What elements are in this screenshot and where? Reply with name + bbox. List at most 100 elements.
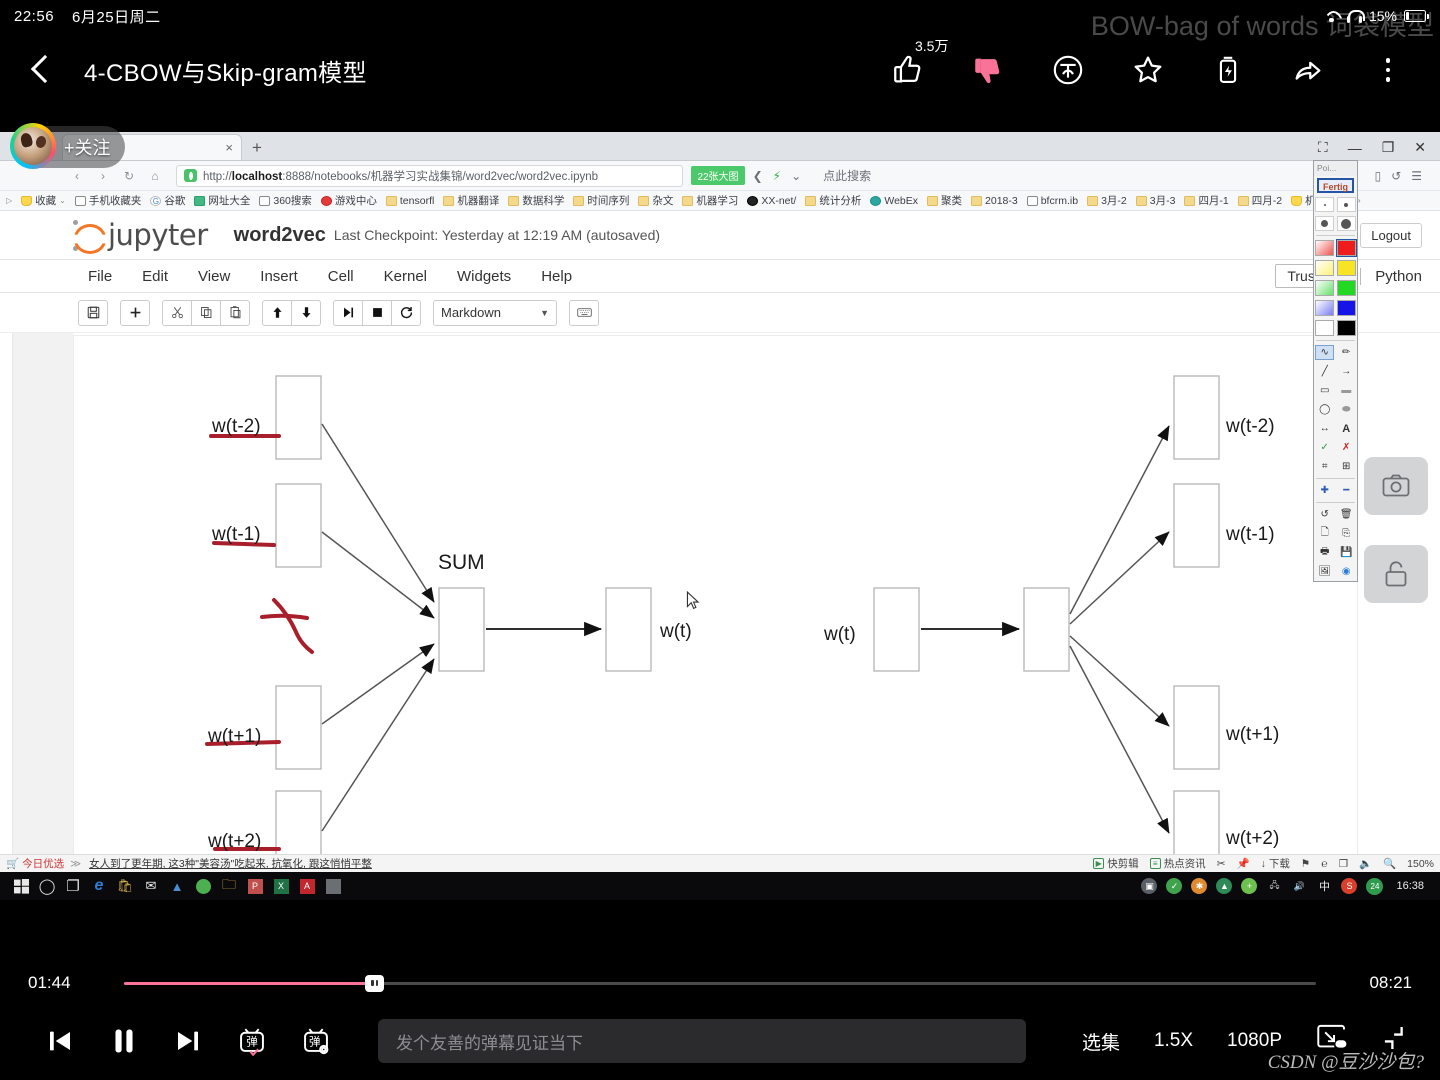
bookmark-item[interactable]: 聚类 [927, 193, 962, 208]
bookmark-item[interactable]: 时间序列 [573, 193, 629, 208]
move-cell-down-button[interactable] [291, 299, 321, 326]
next-episode-button[interactable] [156, 1014, 220, 1068]
progress-bar[interactable] [124, 974, 1316, 992]
nav-reload-icon[interactable]: ↻ [116, 165, 142, 187]
screenshot-widget[interactable] [1364, 457, 1428, 515]
color-swatch-green[interactable] [1336, 280, 1356, 296]
search-icon[interactable]: 🔍 [1383, 857, 1396, 870]
hot-news-button[interactable]: ≡ 热点资讯 [1149, 856, 1206, 871]
color-swatch-blue-light[interactable] [1315, 300, 1335, 316]
uploader-follow-pill[interactable]: +关注 [10, 123, 125, 169]
color-swatch-yellow-light[interactable] [1315, 260, 1335, 276]
run-cell-button[interactable] [333, 299, 363, 326]
mute-icon[interactable]: 🔈 [1359, 857, 1372, 870]
guard-icon[interactable]: 24 [1366, 877, 1384, 895]
news-tag[interactable]: 🛒 今日优选 [6, 856, 64, 871]
bookmark-item[interactable]: 手机收藏夹 [74, 193, 141, 208]
cut-button[interactable] [162, 299, 192, 326]
menu-file[interactable]: File [88, 268, 112, 285]
menu-widgets[interactable]: Widgets [457, 268, 511, 285]
info-icon[interactable]: ◉ [1337, 564, 1356, 579]
restart-kernel-button[interactable] [391, 299, 421, 326]
ellipse-outline-icon[interactable]: ◯ [1315, 402, 1334, 417]
dislike-button[interactable] [968, 50, 1008, 90]
brush-size-xs[interactable] [1315, 197, 1335, 212]
sogou-icon[interactable]: S [1341, 878, 1358, 894]
quick-edit-button[interactable]: ▶ 快剪辑 [1093, 856, 1139, 871]
rect-outline-icon[interactable]: ▭ [1315, 383, 1334, 398]
bookmark-item[interactable]: 360搜索 [259, 193, 312, 208]
share-page-icon[interactable]: ❮ [753, 169, 763, 183]
excel-icon[interactable]: X [268, 874, 294, 898]
menu-kernel[interactable]: Kernel [384, 268, 427, 285]
save-button[interactable] [78, 299, 108, 326]
bookmark-item[interactable]: 数据科学 [508, 193, 564, 208]
lock-widget[interactable] [1364, 545, 1428, 603]
rect-fill-icon[interactable]: ▬ [1337, 383, 1356, 398]
foxmail-icon[interactable]: ▲ [164, 874, 190, 898]
menu-cell[interactable]: Cell [328, 268, 354, 285]
brush-size-m[interactable] [1315, 216, 1335, 231]
trace-icon[interactable]: ℮ [1321, 858, 1327, 870]
money-app-icon[interactable] [190, 874, 216, 898]
bookmark-item[interactable]: 杂文 [638, 193, 673, 208]
bookmark-item[interactable]: 统计分析 [805, 193, 861, 208]
minus-icon[interactable]: ━ [1337, 483, 1356, 498]
more-button[interactable] [1368, 50, 1408, 90]
mobile-view-icon[interactable]: ▯ [1375, 169, 1382, 183]
tray-app-icon[interactable]: ▣ [1141, 878, 1158, 894]
zoom-level[interactable]: 150% [1407, 858, 1434, 870]
bookmark-item[interactable]: 四月-1 [1184, 193, 1229, 208]
close-window-button[interactable]: ✕ [1414, 139, 1426, 156]
color-swatch-red[interactable] [1335, 239, 1357, 257]
save-icon[interactable]: 💾 [1337, 545, 1356, 560]
notebook-name[interactable]: word2vec [234, 224, 326, 247]
explorer-icon[interactable]: 🗀 [216, 874, 242, 898]
menu-view[interactable]: View [198, 268, 230, 285]
chart-app-icon[interactable] [320, 874, 346, 898]
minimize-button[interactable]: — [1348, 140, 1362, 156]
annotation-tool-panel[interactable]: Poi... Fertig ∿ ✏ ╱ → ▭ ▬ ◯ ⬬ ↔ A ✓ ✗ ⌗ ⊞ [1313, 160, 1358, 582]
bookmark-item[interactable]: bfcrm.ib [1026, 195, 1078, 207]
chevron-down-icon[interactable]: ⌄ [791, 169, 801, 183]
bookmark-item[interactable]: 2018-3 [971, 195, 1018, 207]
episode-list-button[interactable]: 选集 [1082, 1028, 1120, 1055]
task-view-icon[interactable]: ❐ [60, 874, 86, 898]
kernel-indicator[interactable]: Python [1360, 267, 1422, 285]
move-cell-up-button[interactable] [262, 299, 292, 326]
eraser-icon[interactable]: ✏ [1337, 345, 1356, 360]
color-swatch-green-light[interactable] [1315, 280, 1335, 296]
bookmark-item[interactable]: tensorfl [385, 195, 434, 207]
line-icon[interactable]: ╱ [1315, 364, 1334, 379]
favorite-button[interactable] [1128, 50, 1168, 90]
window-split-icon[interactable]: ❐ [1339, 858, 1348, 870]
pause-button[interactable] [92, 1014, 156, 1068]
charge-button[interactable] [1208, 50, 1248, 90]
lightning-icon[interactable]: ⚡ [773, 169, 781, 183]
cell-type-select[interactable]: Markdown ▼ [433, 299, 557, 326]
history-icon[interactable]: ↺ [1391, 169, 1401, 183]
color-swatch-black[interactable] [1336, 320, 1356, 336]
store-icon[interactable]: 🛍 [112, 874, 138, 898]
bookmark-item[interactable]: 收藏 ⌄ [21, 193, 66, 208]
previous-episode-button[interactable] [28, 1014, 92, 1068]
bookmark-item[interactable]: 网址大全 [194, 193, 250, 208]
new-icon[interactable]: 🗋 [1315, 526, 1334, 541]
brush-size-s[interactable] [1336, 197, 1356, 212]
markdown-cell-image[interactable]: w(t-2) w(t-1) w(t+1) w(t+2) SUM w(t) w(t… [73, 335, 1358, 900]
color-swatch-red-light[interactable] [1315, 240, 1335, 256]
tab-close-icon[interactable]: × [225, 140, 233, 155]
tray-shield-icon[interactable]: ▲ [1216, 878, 1233, 894]
bookmark-item[interactable]: WebEx [870, 195, 918, 207]
brush-size-l[interactable] [1336, 216, 1356, 231]
stop-kernel-button[interactable] [362, 299, 392, 326]
follow-label[interactable]: +关注 [64, 134, 111, 160]
ime-indicator[interactable]: 中 [1316, 878, 1332, 894]
bookmark-item[interactable]: 3月-2 [1087, 193, 1127, 208]
pin-icon[interactable]: 📌 [1237, 857, 1250, 870]
pen-icon[interactable]: ∿ [1315, 345, 1335, 360]
volume-icon[interactable]: 🔊 [1291, 878, 1307, 894]
jupyter-logo[interactable]: jupyter [72, 218, 208, 252]
back-chevron-icon[interactable] [18, 46, 66, 94]
like-button[interactable]: 3.5万 [888, 38, 948, 90]
